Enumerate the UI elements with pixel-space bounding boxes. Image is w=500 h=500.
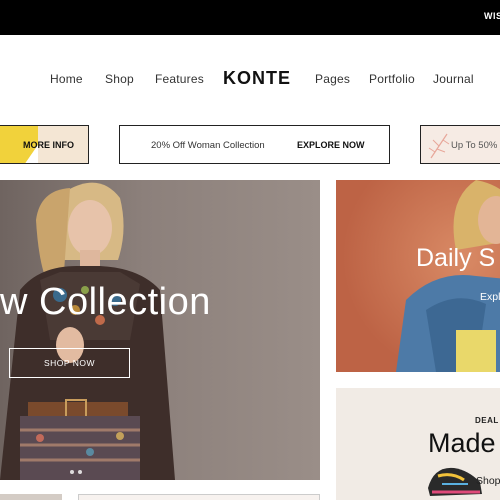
carousel-dot[interactable] [70, 470, 74, 474]
bottom-card-left [0, 494, 62, 500]
shop-now-button[interactable]: SHOP NOW [9, 348, 130, 378]
bottom-card-middle [78, 494, 320, 500]
nav-shop[interactable]: Shop [105, 72, 134, 86]
hero-carousel-dots [70, 461, 86, 479]
nav-portfolio[interactable]: Portfolio [369, 72, 415, 86]
announcement-bar: WISH [0, 0, 500, 35]
deal-eyebrow: DEAL O [475, 416, 500, 425]
deal-shop-link[interactable]: Shop [476, 475, 500, 487]
nav-home[interactable]: Home [50, 72, 83, 86]
promo-woman-collection: 20% Off Woman Collection EXPLORE NOW [119, 125, 390, 164]
main-nav: Home Shop Features KONTE Pages Portfolio… [0, 64, 500, 96]
promo-more-info[interactable]: MORE INFO [0, 125, 89, 164]
carousel-dot[interactable] [78, 470, 82, 474]
daily-banner-link[interactable]: Explo [480, 291, 500, 303]
site-logo[interactable]: KONTE [223, 68, 291, 89]
hero-banner[interactable]: w Collection SHOP NOW [0, 180, 320, 480]
more-info-link[interactable]: MORE INFO [23, 140, 74, 150]
nav-pages[interactable]: Pages [315, 72, 350, 86]
hero-model-image [0, 182, 175, 480]
hero-title: w Collection [0, 281, 211, 323]
promo-text: 20% Off Woman Collection [151, 140, 265, 151]
promo-up-to-text: Up To 50% [451, 140, 498, 151]
daily-banner[interactable]: Daily S Explo [336, 180, 500, 372]
deal-title: Made [428, 428, 496, 458]
daily-banner-title: Daily S [416, 244, 496, 272]
promo-up-to[interactable]: Up To 50% [420, 125, 500, 164]
nav-features[interactable]: Features [155, 72, 204, 86]
bottom-content-strip [0, 494, 500, 500]
nav-journal[interactable]: Journal [433, 72, 474, 86]
deal-banner[interactable]: DEAL O Made Shop [336, 388, 500, 500]
daily-banner-model-image [396, 180, 500, 372]
announcement-text: WISH [484, 11, 500, 21]
explore-now-link[interactable]: EXPLORE NOW [297, 140, 365, 150]
